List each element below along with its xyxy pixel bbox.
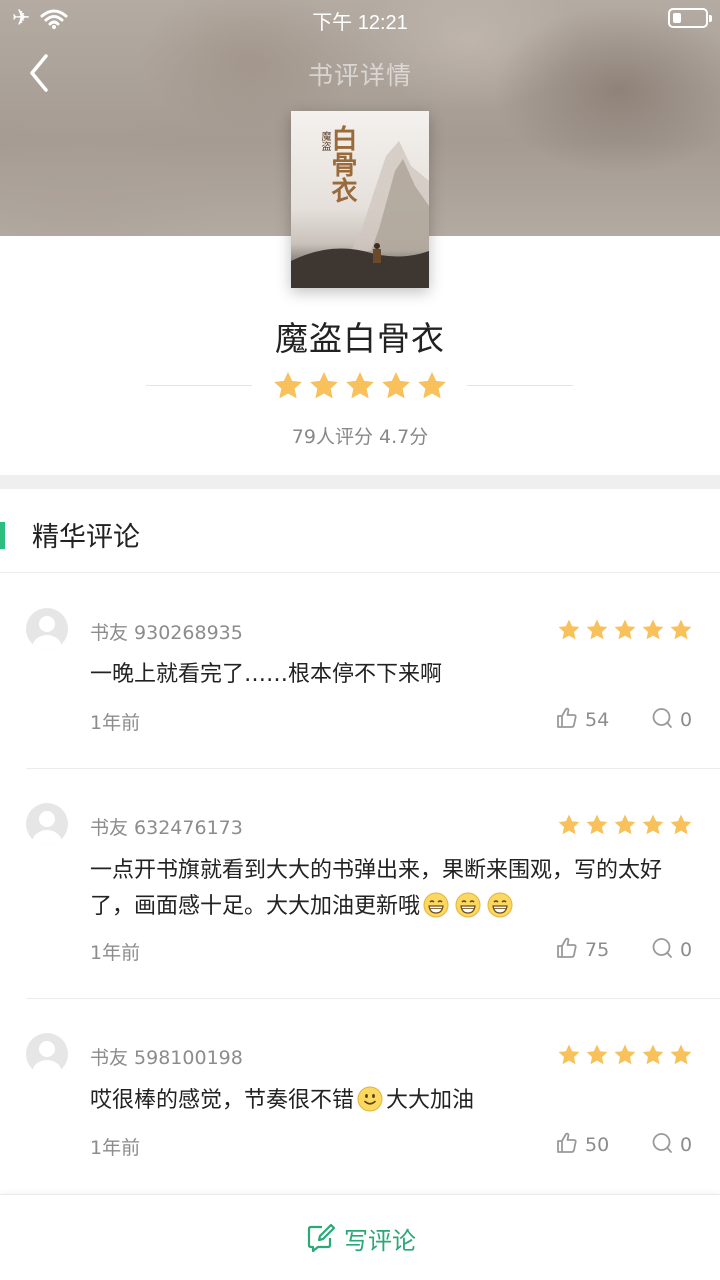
write-review-button[interactable]: 写评论 xyxy=(306,1221,416,1255)
star-icon xyxy=(670,1044,692,1065)
section-accent-bar xyxy=(0,522,5,549)
star-icon xyxy=(382,372,410,399)
cover-big-title: 白骨衣 xyxy=(327,125,357,203)
star-icon xyxy=(670,814,692,835)
review-time: 1年前 xyxy=(90,712,141,734)
review-stars xyxy=(557,813,693,837)
star-icon xyxy=(558,1044,580,1065)
review-stars xyxy=(557,618,693,642)
star-icon xyxy=(642,619,664,640)
review-time: 1年前 xyxy=(90,942,141,964)
star-icon xyxy=(558,619,580,640)
star-icon xyxy=(586,814,608,835)
page-title: 书评详情 xyxy=(307,61,412,90)
smile-emoji xyxy=(354,1086,386,1113)
rating-summary: 79人评分 4.7分 xyxy=(291,426,429,448)
review-item[interactable]: 书友 598100198 哎很棒的感觉，节奏很不错 大大加油 1年前 50 0 xyxy=(0,999,720,1194)
comment-count: 0 xyxy=(680,939,693,961)
like-button[interactable]: 50 xyxy=(555,1131,610,1159)
thumbs-up-icon xyxy=(555,1131,579,1159)
bottom-bar: 写评论 xyxy=(0,1194,720,1280)
star-icon xyxy=(670,619,692,640)
emoji-group xyxy=(420,892,516,919)
comment-button[interactable]: 0 xyxy=(650,938,692,962)
thumbs-up-icon xyxy=(555,936,579,964)
section-title: 精华评论 xyxy=(32,522,140,553)
section-header: 精华评论 xyxy=(0,489,720,573)
reviewer-name[interactable]: 书友 598100198 xyxy=(90,1043,243,1070)
section-gap xyxy=(0,475,720,489)
comment-icon xyxy=(650,936,674,964)
book-cover[interactable]: 魔盗 白骨衣 xyxy=(291,111,429,288)
book-title: 魔盗白骨衣 xyxy=(275,319,445,358)
thumbs-up-icon xyxy=(555,706,579,734)
star-icon xyxy=(642,814,664,835)
star-icon xyxy=(274,372,302,399)
grin-emoji-icon xyxy=(487,892,513,918)
review-text-before: 哎很棒的感觉，节奏很不错 xyxy=(90,1088,355,1113)
book-rating-stars xyxy=(272,370,448,402)
avatar[interactable] xyxy=(26,608,68,650)
star-icon xyxy=(614,814,636,835)
write-review-label: 写评论 xyxy=(344,1226,416,1255)
avatar[interactable] xyxy=(26,1033,68,1075)
review-item[interactable]: 书友 632476173 一点开书旗就看到大大的书弹出来，果断来围观，写的太好了… xyxy=(0,769,720,999)
review-text: 哎很棒的感觉，节奏很不错 大大加油 xyxy=(90,1083,690,1119)
comment-icon xyxy=(650,1131,674,1159)
star-icon xyxy=(346,372,374,399)
review-text: 一晚上就看完了……根本停不下来啊 xyxy=(90,662,443,687)
edit-icon xyxy=(307,1223,336,1253)
like-count: 75 xyxy=(585,939,610,961)
status-bar: ✈ 下午 12:21 xyxy=(0,0,720,40)
grin-emoji-icon xyxy=(423,892,449,918)
star-icon xyxy=(586,619,608,640)
review-item[interactable]: 书友 930268935 一晚上就看完了……根本停不下来啊 1年前 54 0 xyxy=(0,574,720,769)
reviewer-name[interactable]: 书友 930268935 xyxy=(90,618,243,645)
star-icon xyxy=(642,1044,664,1065)
star-icon xyxy=(418,372,446,399)
review-stars xyxy=(557,1043,693,1067)
like-button[interactable]: 54 xyxy=(555,706,610,734)
comment-icon xyxy=(650,706,674,734)
smile-emoji-icon xyxy=(357,1086,383,1112)
divider-left xyxy=(146,385,252,386)
review-text: 一点开书旗就看到大大的书弹出来，果断来围观，写的太好了，画面感十足。大大加油更新… xyxy=(90,853,690,925)
divider-right xyxy=(467,385,573,386)
like-count: 50 xyxy=(585,1134,610,1156)
avatar[interactable] xyxy=(26,803,68,845)
like-count: 54 xyxy=(585,709,610,731)
like-button[interactable]: 75 xyxy=(555,936,610,964)
grin-emoji-icon xyxy=(455,892,481,918)
comment-button[interactable]: 0 xyxy=(650,708,692,732)
star-icon xyxy=(586,1044,608,1065)
battery-icon xyxy=(668,8,712,28)
star-icon xyxy=(558,814,580,835)
review-text-after: 大大加油 xyxy=(386,1088,475,1113)
star-icon xyxy=(310,372,338,399)
status-time: 下午 12:21 xyxy=(312,12,408,34)
star-icon xyxy=(614,619,636,640)
comment-button[interactable]: 0 xyxy=(650,1133,692,1157)
review-text-body: 一点开书旗就看到大大的书弹出来，果断来围观，写的太好了，画面感十足。大大加油更新… xyxy=(90,858,663,919)
reviewer-name[interactable]: 书友 632476173 xyxy=(90,813,243,840)
comment-count: 0 xyxy=(680,1134,693,1156)
review-time: 1年前 xyxy=(90,1137,141,1159)
star-icon xyxy=(614,1044,636,1065)
comment-count: 0 xyxy=(680,709,693,731)
